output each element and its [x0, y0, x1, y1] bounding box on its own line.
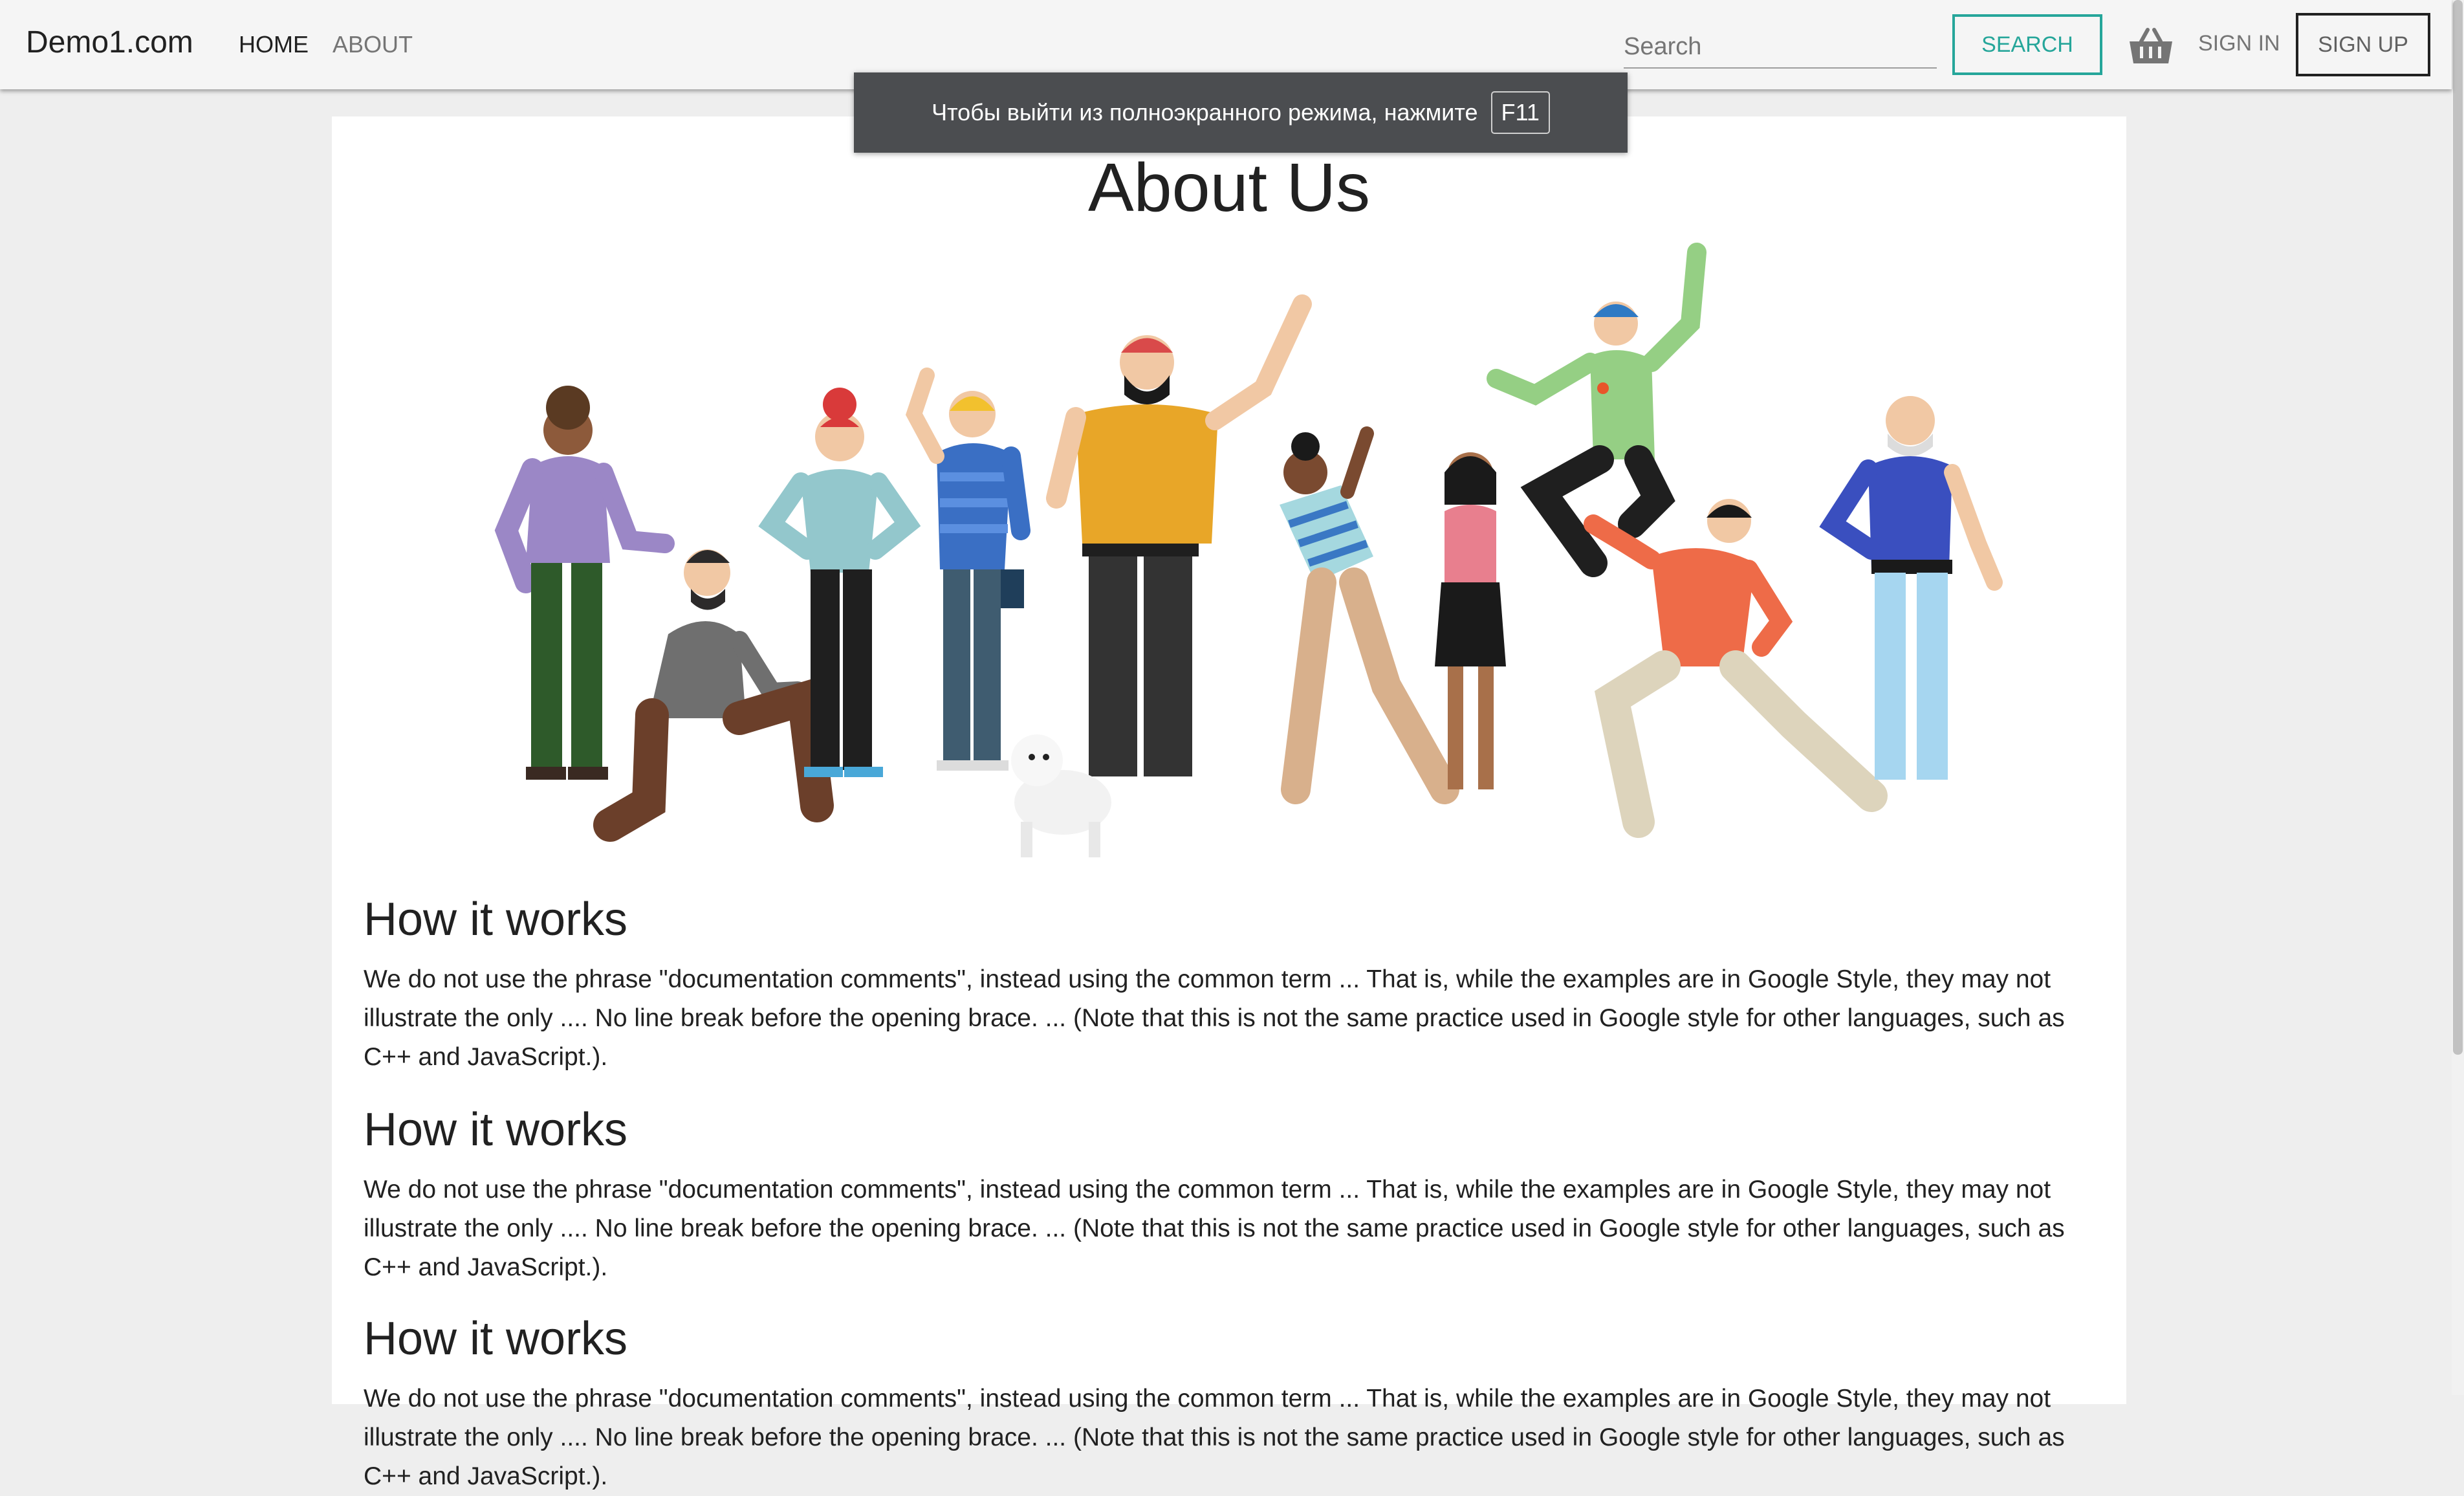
how-it-works-section-2: How it works We do not use the phrase "d…	[364, 1103, 2110, 1287]
scrollbar-thumb[interactable]	[2453, 0, 2463, 1055]
section-body: We do not use the phrase "documentation …	[364, 965, 2065, 1071]
how-it-works-section-1: How it works We do not use the phrase "d…	[364, 893, 2110, 1077]
person-yellow-shirt	[1046, 294, 1312, 776]
person-kneeling	[593, 549, 834, 842]
section-body: We do not use the phrase "documentation …	[364, 1385, 2065, 1490]
sign-in-link[interactable]: SIGN IN	[2198, 31, 2280, 56]
search-input[interactable]	[1624, 26, 1937, 69]
section-heading: How it works	[364, 894, 628, 945]
fullscreen-exit-toast: Чтобы выйти из полноэкранного режима, на…	[854, 72, 1628, 153]
group-of-people-illustration	[494, 243, 2003, 857]
how-it-works-section-3: How it works We do not use the phrase "d…	[364, 1312, 2110, 1496]
person-striped-shirt	[905, 368, 1030, 771]
nav-home-link[interactable]: HOME	[239, 31, 309, 58]
page-title: About Us	[1087, 149, 1370, 226]
toast-message: Чтобы выйти из полноэкранного режима, на…	[932, 99, 1478, 126]
sign-up-button[interactable]: SIGN UP	[2296, 13, 2430, 76]
vertical-scrollbar[interactable]	[2452, 0, 2464, 1395]
person-orange-hoodie	[1584, 499, 1888, 838]
nav-about-link[interactable]: ABOUT	[333, 31, 413, 58]
person-pink-top	[1435, 452, 1506, 789]
brand-logo[interactable]: Demo1.com	[26, 25, 193, 60]
person-blue-polo	[1819, 396, 2003, 780]
section-body: We do not use the phrase "documentation …	[364, 1176, 2065, 1281]
shopping-basket-icon[interactable]	[2128, 27, 2174, 66]
search-button[interactable]: SEARCH	[1952, 14, 2102, 75]
section-heading: How it works	[364, 1313, 628, 1365]
person-glasses-striped-top	[1280, 426, 1459, 804]
toast-key-hint: F11	[1490, 91, 1550, 134]
about-card: About Us How it works We do not use the …	[332, 116, 2126, 1490]
section-heading: How it works	[364, 1104, 628, 1156]
